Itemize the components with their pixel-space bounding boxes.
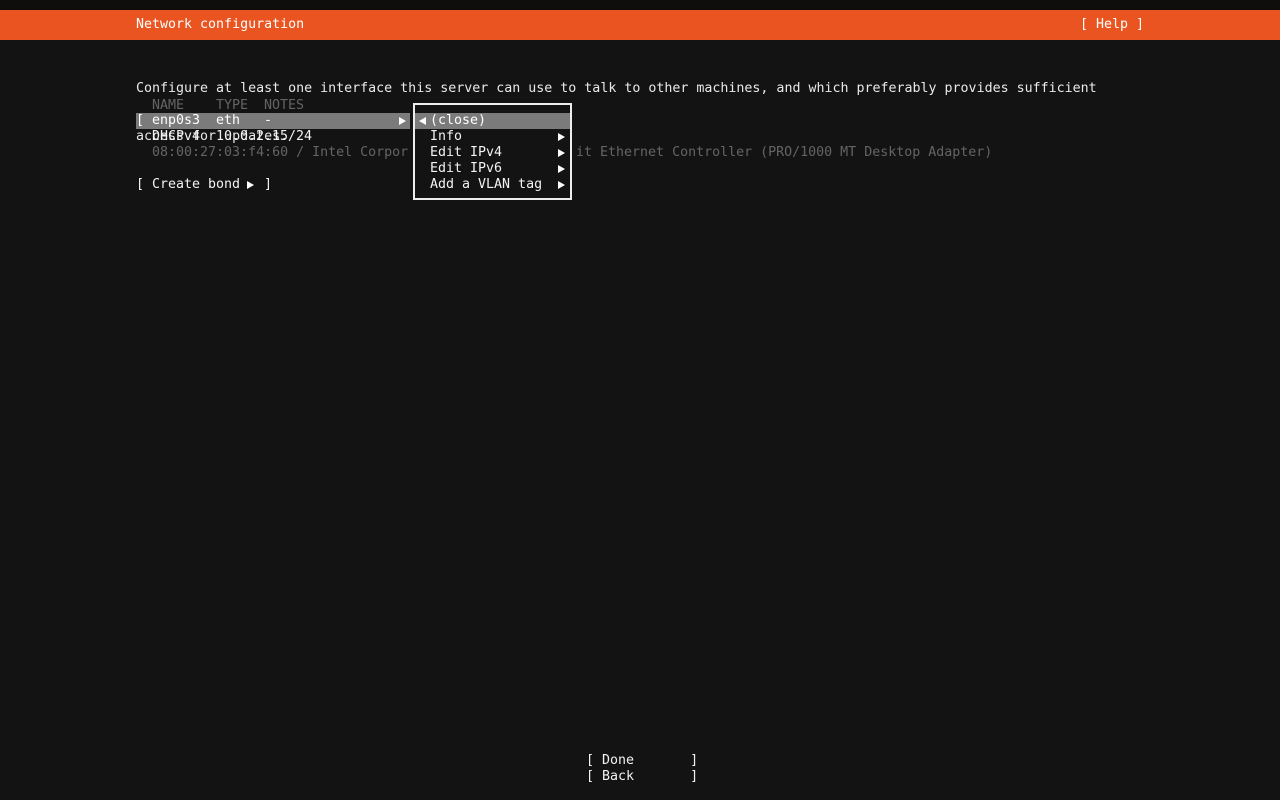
menu-item-add-vlan-tag[interactable]: Add a VLAN tag <box>415 177 570 193</box>
done-button[interactable]: [ Done ] <box>586 753 698 769</box>
menu-item-edit-ipv6[interactable]: Edit IPv6 <box>415 161 570 177</box>
interface-name: enp0s3 <box>152 113 201 128</box>
create-bond-arrow-icon <box>247 181 254 189</box>
menu-item-label: Edit IPv4 <box>430 145 503 160</box>
page-title: Network configuration <box>136 17 305 32</box>
create-bond-button[interactable]: [ Create bond ] <box>136 177 280 193</box>
top-strip <box>0 0 1280 10</box>
interface-type: eth <box>216 113 241 128</box>
submenu-arrow-icon <box>558 181 565 189</box>
back-button[interactable]: [ Back ] <box>586 769 698 785</box>
submenu-arrow-icon <box>558 149 565 157</box>
create-bond-label: Create bond <box>152 177 241 192</box>
interface-row-enp0s3[interactable]: [ enp0s3 eth - <box>136 113 410 129</box>
menu-item-info[interactable]: Info <box>415 129 570 145</box>
menu-close-arrow-icon <box>419 117 426 125</box>
interface-hw-info-right: it Ethernet Controller (PRO/1000 MT Desk… <box>576 145 993 160</box>
instructions-line-1: Configure at least one interface this se… <box>136 81 1097 96</box>
menu-item-label: Info <box>430 129 463 144</box>
submenu-arrow-icon <box>558 133 565 141</box>
help-button[interactable]: [ Help ] <box>1080 10 1144 40</box>
column-header-notes: NOTES <box>264 98 305 113</box>
row-expand-arrow-icon <box>399 117 406 125</box>
dhcp-address: 10.0.2.15/24 <box>216 129 313 144</box>
column-header-name: NAME <box>152 98 185 113</box>
menu-item-edit-ipv4[interactable]: Edit IPv4 <box>415 145 570 161</box>
menu-item-close[interactable]: (close) <box>415 113 570 129</box>
row-open-bracket: [ <box>136 113 145 128</box>
dhcp-label: DHCPv4 <box>152 129 201 144</box>
table-header: NAME TYPE NOTES <box>136 98 416 114</box>
installer-screen: Network configuration [ Help ] Configure… <box>0 0 1280 800</box>
menu-item-label: Edit IPv6 <box>430 161 503 176</box>
menu-item-label: Add a VLAN tag <box>430 177 543 192</box>
submenu-arrow-icon <box>558 165 565 173</box>
menu-item-label: (close) <box>430 113 487 128</box>
create-bond-open-bracket: [ <box>136 177 145 192</box>
interface-notes: - <box>264 113 273 128</box>
create-bond-close-bracket: ] <box>264 177 273 192</box>
title-bar: Network configuration [ Help ] <box>0 10 1280 40</box>
column-header-type: TYPE <box>216 98 249 113</box>
interface-context-menu: (close) Info Edit IPv4 Edit IPv6 Add a V… <box>413 103 572 200</box>
interface-hw-info-left: 08:00:27:03:f4:60 / Intel Corpor <box>152 145 409 160</box>
